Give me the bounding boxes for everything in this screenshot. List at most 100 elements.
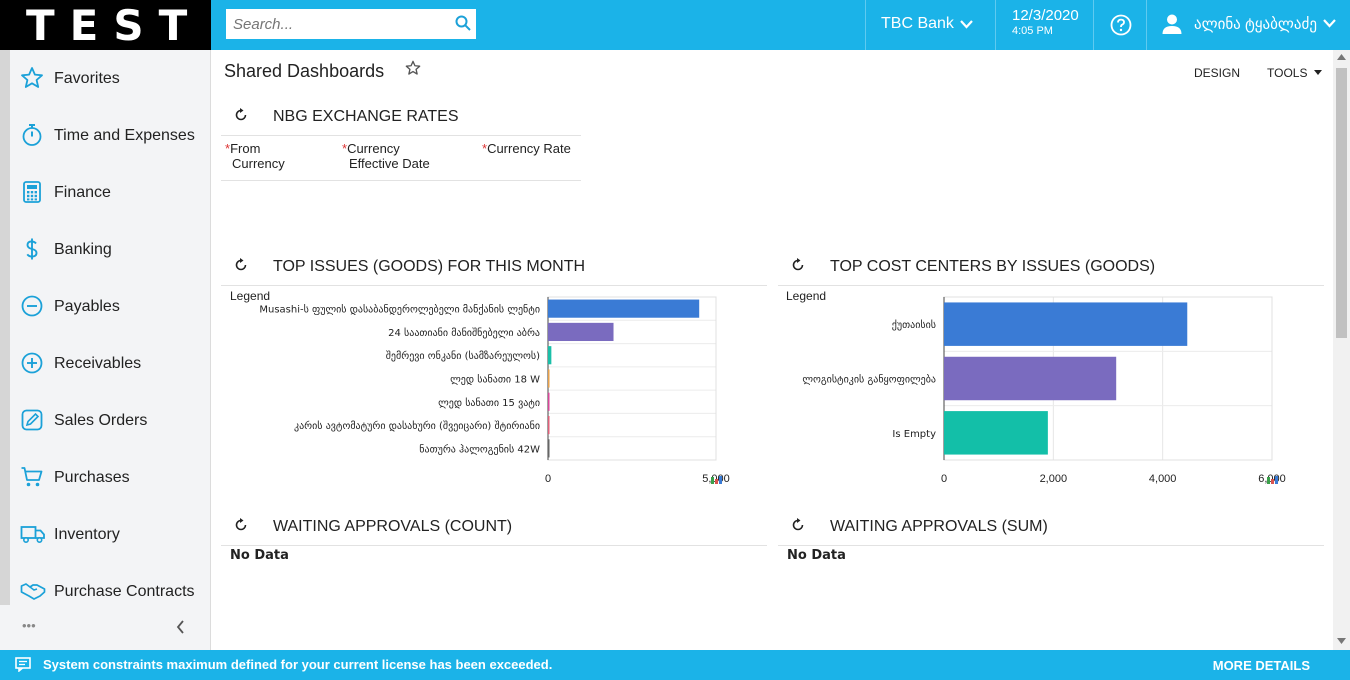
category-label: შემრევი ონკანი (სამზარეულოს) — [386, 350, 540, 362]
calculator-icon — [23, 181, 41, 203]
cart-icon — [21, 467, 43, 487]
sidebar-scroll-rail[interactable] — [0, 50, 10, 605]
sidebar-item-receivables[interactable]: Receivables — [10, 335, 210, 392]
date-text: 12/3/2020 — [1012, 7, 1079, 24]
design-button[interactable]: DESIGN — [1194, 66, 1240, 80]
sidebar-item-inventory[interactable]: Inventory — [10, 506, 210, 563]
company-name: TBC Bank — [881, 15, 954, 32]
favorite-star-icon[interactable] — [405, 60, 421, 76]
business-date[interactable]: 12/3/2020 4:05 PM — [995, 0, 1093, 50]
sidebar-item-label: Purchases — [54, 469, 130, 486]
export-icon-bar — [1267, 477, 1270, 484]
tools-button[interactable]: TOOLS — [1267, 66, 1322, 80]
collapse-sidebar-icon[interactable] — [176, 620, 185, 634]
search-box[interactable] — [226, 9, 476, 39]
help-icon — [1110, 14, 1132, 36]
category-label: ლოგისტიკის განყოფილება — [802, 374, 936, 386]
sidebar-item-label: Banking — [54, 241, 112, 258]
sidebar-item-label: Finance — [54, 184, 111, 201]
stopwatch-icon — [22, 124, 42, 146]
export-icon-bar — [1275, 476, 1278, 484]
tools-label: TOOLS — [1267, 66, 1308, 80]
search-input[interactable] — [226, 9, 446, 39]
no-data-text: No Data — [787, 548, 846, 563]
user-icon — [1162, 14, 1182, 34]
category-label: Is Empty — [892, 429, 936, 440]
divider — [778, 545, 1324, 546]
widget-title-top-issues: TOP ISSUES (GOODS) FOR THIS MONTH — [273, 258, 586, 275]
app-logo[interactable]: TEST — [0, 0, 211, 50]
more-details-link[interactable]: MORE DETAILS — [1213, 658, 1310, 673]
refresh-icon[interactable] — [234, 518, 248, 532]
sidebar-item-favorites[interactable]: Favorites — [10, 50, 210, 107]
refresh-icon[interactable] — [791, 518, 805, 532]
bar — [944, 302, 1188, 346]
message-icon — [15, 657, 31, 672]
export-icon-bar — [715, 479, 718, 484]
column-header-line: Currency — [232, 156, 285, 171]
widget-title-nbg-exchange-rates: NBG EXCHANGE RATES — [273, 108, 459, 125]
company-selector[interactable]: TBC Bank — [865, 0, 995, 50]
category-label: 24 საათიანი მანიშნებელი აბრა — [388, 327, 540, 339]
refresh-icon[interactable] — [234, 108, 248, 122]
category-label: Musashi-ს ფულის დასაბანდეროლებელი მანქან… — [259, 304, 540, 316]
bar — [944, 411, 1048, 455]
no-data-text: No Data — [230, 548, 289, 563]
refresh-icon[interactable] — [234, 258, 248, 272]
export-icon-bar — [1271, 479, 1274, 484]
main-scrollbar[interactable] — [1333, 50, 1350, 650]
bar — [548, 392, 550, 411]
widget-title-waiting-approvals-count: WAITING APPROVALS (COUNT) — [273, 518, 513, 535]
dollar-icon — [26, 238, 38, 260]
page-title: Shared Dashboards — [224, 61, 385, 81]
sidebar: Favorites Time and Expenses Finance Bank… — [0, 50, 211, 650]
sidebar-item-finance[interactable]: Finance — [10, 164, 210, 221]
sidebar-item-time-and-expenses[interactable]: Time and Expenses — [10, 107, 210, 164]
sidebar-item-label: Payables — [54, 298, 120, 315]
divider — [221, 545, 767, 546]
top-cost-centers-chart: ქუთაისის ლოგისტიკის განყოფილება Is Empty 0 2… — [802, 296, 1286, 485]
sidebar-item-label: Sales Orders — [54, 412, 148, 429]
search-icon[interactable] — [455, 15, 471, 36]
time-text: 4:05 PM — [1012, 25, 1053, 37]
chevron-down-icon — [960, 20, 973, 29]
scrollbar-thumb[interactable] — [1336, 68, 1347, 338]
bar — [548, 322, 614, 342]
sidebar-footer: ••• — [10, 606, 210, 650]
bar — [944, 356, 1117, 401]
x-tick-label: 0 — [545, 473, 551, 485]
license-notification-bar: System constraints maximum defined for y… — [0, 650, 1350, 680]
bar — [548, 346, 552, 365]
divider — [221, 135, 581, 136]
x-tick-label: 0 — [941, 473, 947, 485]
divider — [778, 285, 1324, 286]
handshake-icon — [20, 583, 46, 600]
scroll-up-icon[interactable] — [1337, 54, 1346, 60]
sidebar-item-label: Receivables — [54, 355, 142, 372]
top-bar: TEST TBC Bank 12/3/2020 4:05 PM ალინა ტყ… — [0, 0, 1350, 50]
sidebar-item-label: Time and Expenses — [54, 127, 195, 144]
refresh-icon[interactable] — [791, 258, 805, 272]
user-menu[interactable]: ალინა ტყაბლაძე — [1146, 0, 1350, 50]
column-header-effective-date[interactable]: *Currency Effective Date — [342, 141, 430, 171]
caret-down-icon — [1313, 70, 1322, 75]
column-header-line: Currency — [347, 141, 400, 156]
truck-icon — [20, 526, 45, 544]
category-label: კარის ავტომატური დასახური (შვეიცარი) შტი… — [294, 420, 540, 432]
column-header-currency-rate[interactable]: *Currency Rate — [482, 141, 571, 156]
x-tick-label: 2,000 — [1040, 473, 1068, 485]
sidebar-item-purchases[interactable]: Purchases — [10, 449, 210, 506]
plus-circle-icon — [21, 352, 43, 374]
divider — [221, 180, 581, 181]
chevron-down-icon — [1323, 19, 1336, 28]
sidebar-item-sales-orders[interactable]: Sales Orders — [10, 392, 210, 449]
sidebar-item-label: Favorites — [54, 70, 120, 87]
plot-frame — [547, 296, 717, 461]
sidebar-item-payables[interactable]: Payables — [10, 278, 210, 335]
sidebar-item-banking[interactable]: Banking — [10, 221, 210, 278]
scroll-down-icon[interactable] — [1337, 638, 1346, 644]
widget-title-top-cost-centers: TOP COST CENTERS BY ISSUES (GOODS) — [830, 258, 1156, 275]
more-icon[interactable]: ••• — [22, 618, 36, 633]
column-header-from-currency[interactable]: *From Currency — [225, 141, 285, 171]
help-button[interactable] — [1093, 0, 1146, 50]
